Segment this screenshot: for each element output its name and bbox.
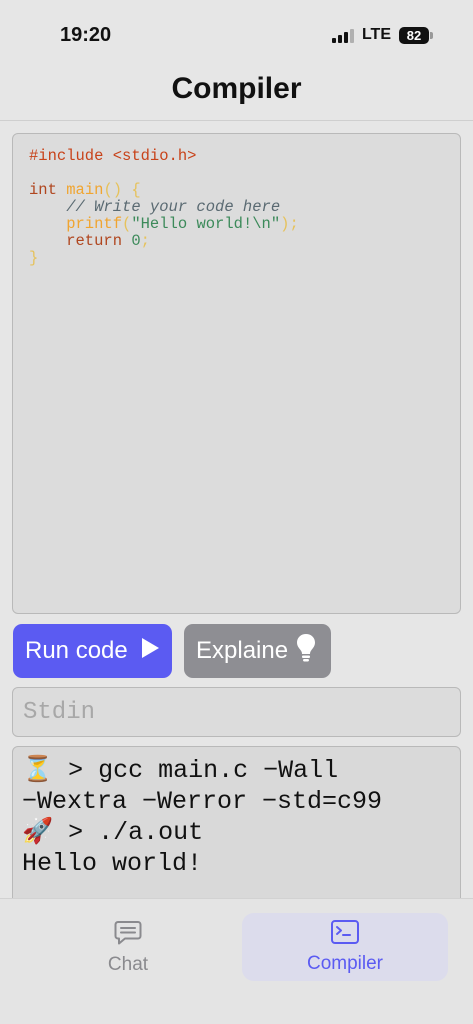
- play-icon: [140, 637, 160, 666]
- terminal-line: ⏳ > gcc main.c −Wall: [22, 756, 339, 785]
- code-editor[interactable]: #include <stdio.h> int main() { // Write…: [12, 133, 461, 614]
- terminal-output: ⏳ > gcc main.c −Wall −Wextra −Werror −st…: [12, 746, 461, 916]
- stdin-input[interactable]: [12, 687, 461, 737]
- compiler-screen: 19:20 LTE 82 Compiler #include <stdio.h>…: [0, 0, 473, 1024]
- chat-bubble-icon: [114, 920, 142, 952]
- status-bar: 19:20 LTE 82: [0, 0, 473, 70]
- network-type: LTE: [361, 26, 391, 43]
- battery-level: 82: [399, 26, 429, 44]
- code-line: }: [29, 249, 39, 267]
- explain-label: Explaine: [196, 637, 289, 664]
- terminal-line: 🚀 > ./a.out: [22, 818, 204, 847]
- explain-button[interactable]: Explaine: [184, 624, 331, 678]
- terminal-line: Hello world!: [22, 849, 203, 878]
- code-line: // Write your code here: [29, 198, 281, 216]
- terminal-line: −Wextra −Werror −std=c99: [22, 787, 383, 816]
- tab-chat[interactable]: Chat: [24, 915, 232, 981]
- status-indicators: LTE 82: [331, 26, 433, 44]
- tab-compiler[interactable]: Compiler: [242, 913, 448, 981]
- code-line: printf("Hello world!\n");: [29, 215, 299, 233]
- tab-bar: Chat Compiler: [0, 898, 473, 1024]
- tab-compiler-label: Compiler: [306, 953, 384, 974]
- code-line: #include <stdio.h>: [29, 147, 197, 165]
- tab-chat-label: Chat: [107, 954, 149, 975]
- run-code-label: Run code: [25, 637, 128, 664]
- page-title: Compiler: [171, 72, 302, 105]
- code-line: int main() {: [29, 181, 141, 199]
- code-line: return 0;: [29, 232, 150, 250]
- run-code-button[interactable]: Run code: [13, 624, 172, 678]
- terminal-icon: [330, 919, 360, 951]
- status-time: 19:20: [60, 24, 112, 46]
- lightbulb-icon: [296, 633, 316, 670]
- signal-icon: [331, 27, 354, 43]
- nav-divider: [0, 120, 473, 121]
- battery-icon: 82: [399, 26, 433, 44]
